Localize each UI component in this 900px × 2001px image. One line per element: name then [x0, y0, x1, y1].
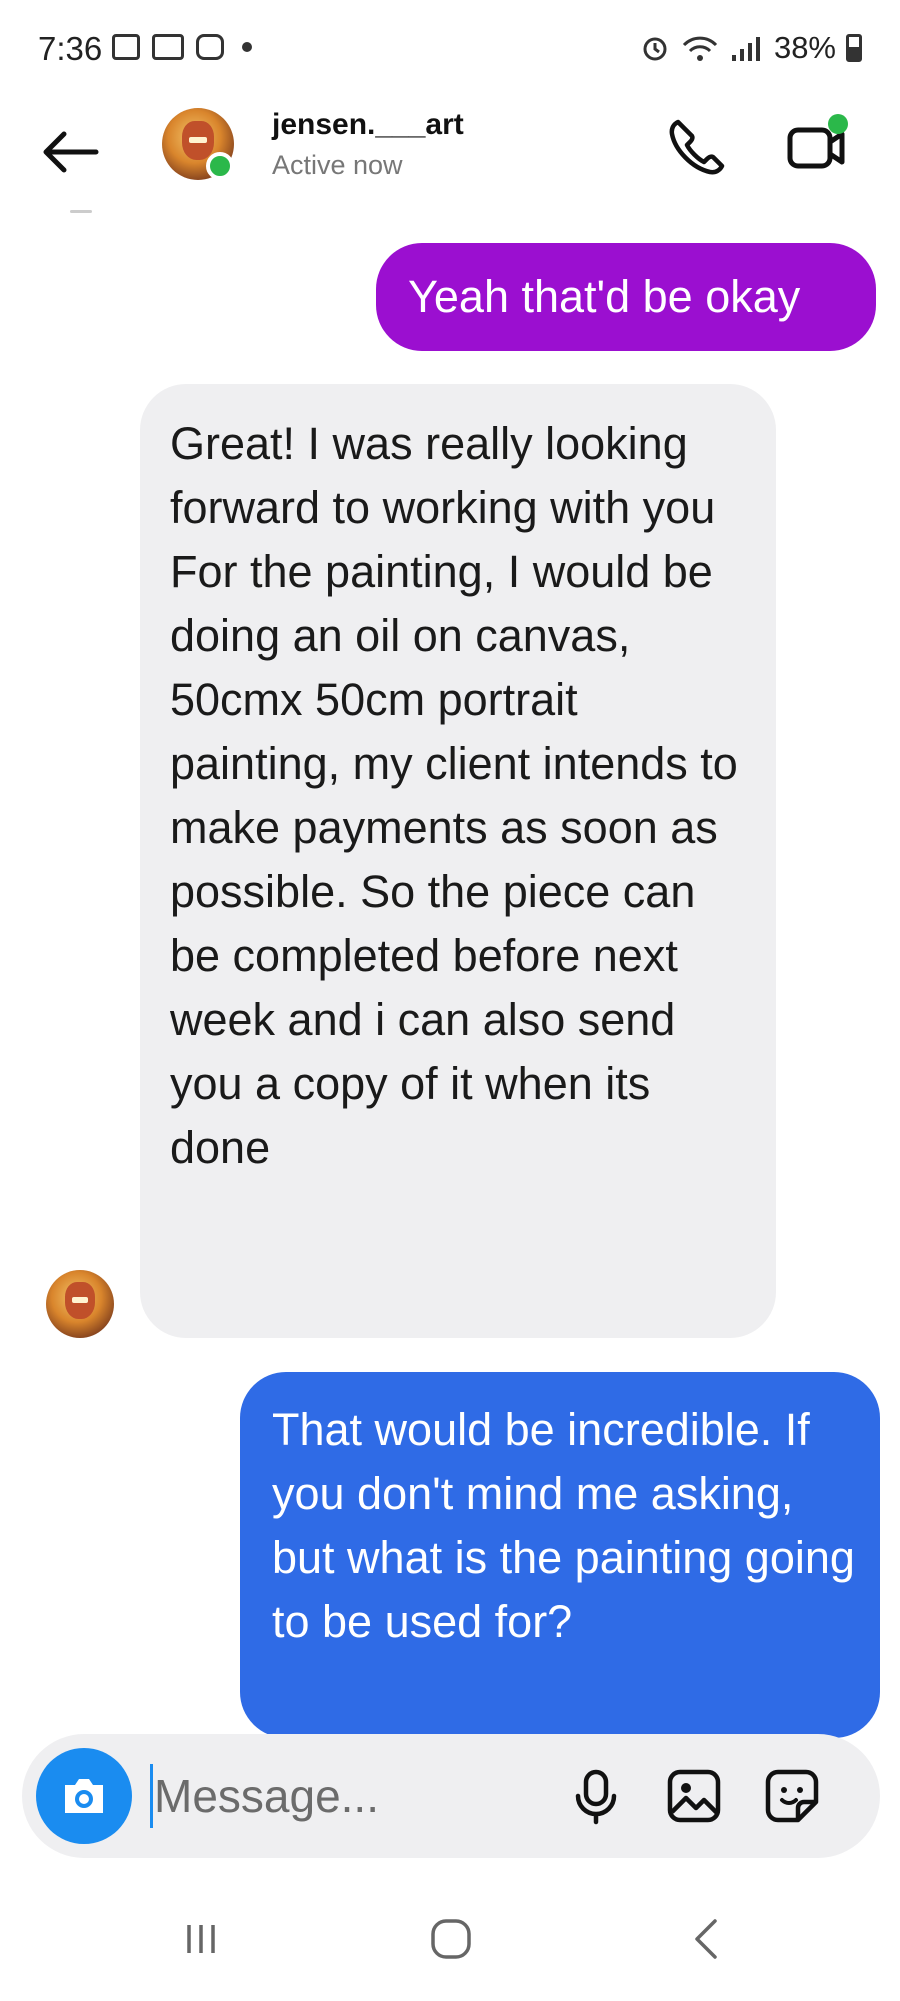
video-call-icon[interactable]: [782, 110, 852, 180]
status-time: 7:36: [38, 30, 103, 67]
message-bubble-sent[interactable]: Yeah that'd be okay: [376, 243, 876, 351]
message-bubble-sent[interactable]: That would be incredible. If you don't m…: [240, 1372, 880, 1738]
contact-status: Active now: [272, 150, 403, 180]
home-icon: [431, 1919, 471, 1959]
signal-icon: [731, 37, 760, 61]
wifi-icon: [682, 36, 718, 61]
sender-avatar[interactable]: [46, 1270, 114, 1338]
alarm-icon: [643, 37, 667, 61]
battery-percent: 38%: [773, 30, 836, 65]
contact-name[interactable]: jensen.___art: [272, 108, 464, 142]
gallery-icon: [112, 34, 140, 60]
chat-header: jensen.___art Active now: [0, 100, 900, 210]
camera-icon: [65, 1779, 103, 1813]
sticker-icon[interactable]: [760, 1764, 824, 1828]
online-indicator: [206, 152, 234, 180]
message-composer: [22, 1734, 880, 1858]
system-nav-bar: [0, 1885, 900, 2001]
microphone-icon[interactable]: [564, 1764, 628, 1828]
image-gallery-icon[interactable]: [662, 1764, 726, 1828]
instagram-icon: [196, 34, 224, 60]
message-input[interactable]: [154, 1758, 554, 1834]
scroll-fade-mark: [70, 210, 92, 213]
chevron-left-icon: [695, 1919, 717, 1959]
text-cursor: [150, 1764, 153, 1828]
battery-icon: [846, 34, 862, 62]
message-bubble-received[interactable]: Great! I was really looking forward to w…: [140, 384, 776, 1338]
phone-call-icon[interactable]: [664, 114, 730, 180]
recent-apps-icon: [187, 1925, 215, 1953]
notification-dot: [242, 42, 252, 52]
voicemail-icon: [152, 34, 184, 60]
camera-button[interactable]: [36, 1748, 132, 1844]
status-bar: 7:36 38%: [0, 0, 900, 100]
nav-back-button[interactable]: [672, 1909, 742, 1969]
back-button[interactable]: [38, 120, 102, 184]
home-button[interactable]: [416, 1909, 486, 1969]
recent-apps-button[interactable]: [166, 1909, 236, 1969]
